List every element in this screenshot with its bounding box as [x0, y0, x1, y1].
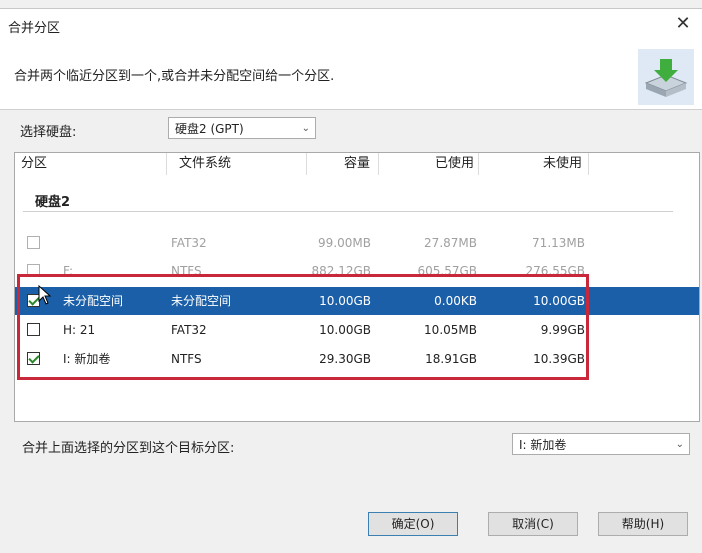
merge-partition-dialog: 合并分区 ✕ 合并两个临近分区到一个,或合并未分配空间给一个分区. 选择硬盘: … [0, 8, 702, 553]
target-partition-select[interactable]: I: 新加卷 ⌄ [512, 433, 690, 455]
partition-used: 10.05MB [424, 323, 477, 337]
banner: 合并两个临近分区到一个,或合并未分配空间给一个分区. [0, 41, 702, 110]
partition-name: I: 新加卷 [63, 352, 111, 366]
disk-select-label: 选择硬盘: [20, 125, 77, 140]
partition-free: 10.39GB [533, 352, 585, 366]
partition-capacity: 99.00MB [318, 236, 371, 250]
table-row[interactable]: FAT32 99.00MB 27.87MB 71.13MB [15, 229, 699, 257]
disk-group-label: 硬盘2 [35, 195, 71, 210]
row-checkbox[interactable] [27, 352, 40, 365]
column-filesystem[interactable]: 文件系统 [167, 153, 307, 175]
column-partition[interactable]: 分区 [15, 153, 167, 175]
ok-button[interactable]: 确定(O) [368, 512, 458, 536]
disk-select-value: 硬盘2 (GPT) [175, 122, 244, 136]
chevron-down-icon: ⌄ [301, 123, 310, 134]
table-row[interactable]: 未分配空间 未分配空间 10.00GB 0.00KB 10.00GB [15, 287, 699, 315]
table-row[interactable]: F: NTFS 882.12GB 605.57GB 276.55GB [15, 257, 699, 285]
chevron-down-icon: ⌄ [675, 439, 684, 450]
close-icon[interactable]: ✕ [672, 13, 694, 35]
partition-free: 10.00GB [533, 294, 585, 308]
partition-name: H: 21 [63, 323, 96, 337]
partition-capacity: 882.12GB [311, 264, 371, 278]
partition-list[interactable]: 分区 文件系统 容量 已使用 未使用 硬盘2 FAT32 99.00MB 27.… [14, 152, 700, 422]
partition-capacity: 10.00GB [319, 323, 371, 337]
partition-fs: NTFS [171, 352, 202, 366]
table-row[interactable]: H: 21 FAT32 10.00GB 10.05MB 9.99GB [15, 316, 699, 344]
group-divider [23, 211, 673, 212]
partition-capacity: 10.00GB [319, 294, 371, 308]
row-checkbox[interactable] [27, 236, 40, 249]
partition-used: 605.57GB [417, 264, 477, 278]
partition-used: 27.87MB [424, 236, 477, 250]
partition-fs: FAT32 [171, 236, 207, 250]
cancel-button[interactable]: 取消(C) [488, 512, 578, 536]
dialog-description: 合并两个临近分区到一个,或合并未分配空间给一个分区. [14, 69, 335, 84]
partition-fs: 未分配空间 [171, 294, 232, 308]
partition-name: 未分配空间 [63, 294, 124, 308]
column-free[interactable]: 未使用 [479, 153, 589, 175]
dialog-title: 合并分区 [8, 21, 61, 36]
target-partition-value: I: 新加卷 [519, 438, 567, 452]
row-checkbox[interactable] [27, 264, 40, 277]
row-checkbox[interactable] [27, 323, 40, 336]
disk-select[interactable]: 硬盘2 (GPT) ⌄ [168, 117, 316, 139]
partition-free: 276.55GB [525, 264, 585, 278]
partition-fs: NTFS [171, 264, 202, 278]
partition-name: F: [63, 264, 74, 278]
partition-free: 9.99GB [540, 323, 585, 337]
partition-free: 71.13MB [532, 236, 585, 250]
partition-capacity: 29.30GB [319, 352, 371, 366]
partition-used: 0.00KB [434, 294, 477, 308]
partition-list-header: 分区 文件系统 容量 已使用 未使用 [15, 153, 699, 175]
merge-disk-icon [638, 49, 694, 105]
column-capacity[interactable]: 容量 [307, 153, 379, 175]
partition-used: 18.91GB [425, 352, 477, 366]
help-button[interactable]: 帮助(H) [598, 512, 688, 536]
partition-fs: FAT32 [171, 323, 207, 337]
table-row[interactable]: I: 新加卷 NTFS 29.30GB 18.91GB 10.39GB [15, 345, 699, 373]
column-used[interactable]: 已使用 [379, 153, 479, 175]
target-partition-label: 合并上面选择的分区到这个目标分区: [22, 441, 235, 456]
title-bar: 合并分区 ✕ [0, 9, 702, 41]
mouse-cursor-icon [38, 285, 52, 305]
